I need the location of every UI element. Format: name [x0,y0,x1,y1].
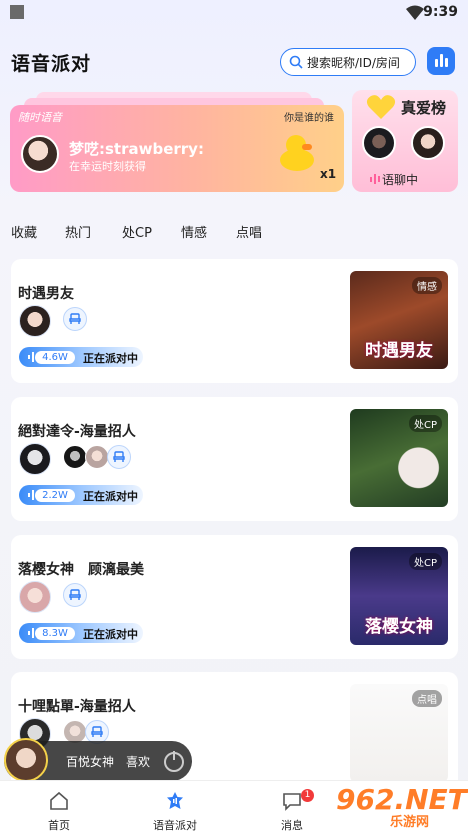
tab-messages[interactable]: 1 消息 [257,785,327,832]
avatar[interactable] [411,126,445,160]
tab-emotion[interactable]: 情感 [181,222,207,241]
mini-player-room: 百悦女神 喜欢 [66,755,151,769]
tab-label: 语音派对 [153,819,197,832]
search-placeholder: 搜索昵称/ID/房间 [307,56,400,70]
live-status-text: 正在派对中 [83,352,138,365]
room-card[interactable]: 时遇男友 4.6W 正在派对中 情感 时遇男友 [11,259,458,383]
room-title: 落樱女神 顾漓最美 [18,562,144,578]
tab-sing[interactable]: 点唱 [236,222,262,241]
room-card[interactable]: 絕對達令-海量招人 2.2W 正在派对中 处CP [11,397,458,521]
banner-subtitle: 在幸运时刻获得 [69,160,146,173]
listener-count: 8.3W [35,627,75,640]
room-title: 十哩點單-海量招人 [18,699,136,715]
avatar[interactable] [19,443,51,475]
notification-icon [10,5,24,19]
tab-label: 消息 [281,819,303,832]
cover-title: 时遇男友 [365,341,433,361]
cover-tag: 情感 [412,277,442,294]
cover-tag: 处CP [408,415,442,432]
voice-party-icon [167,792,183,809]
banner-hint: 你是谁的谁 [284,113,334,124]
room-cover[interactable]: 情感 时遇男友 [350,271,448,369]
gift-count: x1 [320,167,337,181]
status-time: 9:39 [423,4,458,20]
mini-player[interactable]: 百悦女神 喜欢 [4,738,192,782]
cover-tag: 处CP [408,553,442,570]
room-card[interactable]: 落樱女神 顾漓最美 8.3W 正在派对中 处CP 落樱女神 [11,535,458,659]
love-ranking-status: 语聊中 [382,173,419,187]
search-input[interactable]: 搜索昵称/ID/房间 [280,48,416,76]
room-title: 絕對達令-海量招人 [18,424,136,440]
live-status-text: 正在派对中 [83,490,138,503]
tab-hot[interactable]: 热门 [65,222,91,241]
avatar[interactable] [21,135,59,173]
empty-seat[interactable] [63,583,87,607]
message-icon [283,793,301,811]
search-icon [289,55,303,69]
audio-wave-icon [370,174,380,184]
seat-icon [69,313,81,324]
watermark-logo: 962.NET 乐游网 [328,781,468,833]
listener-count: 2.2W [35,489,75,502]
avatar[interactable] [85,445,109,469]
unread-badge: 1 [301,789,314,802]
live-status-text: 正在派对中 [83,628,138,641]
wifi-icon [406,5,424,20]
empty-seat[interactable] [107,445,131,469]
promo-banner[interactable]: 随时语音 你是谁的谁 梦呓:strawberry: 在幸运时刻获得 x1 [10,105,344,192]
banner-user-name: 梦呓:strawberry: [69,140,204,158]
listener-count: 4.6W [35,351,75,364]
power-icon[interactable] [164,751,184,772]
cover-title: 落樱女神 [365,617,433,637]
tab-cp[interactable]: 处CP [122,222,152,241]
watermark-sub: 乐游网 [390,815,430,830]
seat-icon [91,726,103,737]
live-status-pill: 4.6W 正在派对中 [19,347,143,367]
avatar[interactable] [19,305,51,337]
empty-seat[interactable] [63,307,87,331]
room-cover[interactable]: 点唱 [350,684,448,782]
home-icon [50,791,68,810]
room-title: 时遇男友 [18,286,74,302]
love-ranking-card[interactable]: 真爱榜 语聊中 [352,90,458,192]
room-cover[interactable]: 处CP 落樱女神 [350,547,448,645]
status-bar: 9:39 [0,0,468,26]
banner-tag: 随时语音 [18,111,62,124]
live-status-pill: 8.3W 正在派对中 [19,623,143,643]
avatar[interactable] [362,126,396,160]
tab-label: 首页 [48,819,70,832]
heart-icon [366,95,396,119]
audio-wave-icon [435,59,438,67]
page-title: 语音派对 [11,53,92,75]
seat-icon [113,451,125,462]
love-ranking-title: 真爱榜 [401,99,447,117]
create-room-button[interactable] [427,47,455,75]
duck-gift-icon [278,135,314,171]
tab-home[interactable]: 首页 [24,785,94,832]
avatar[interactable] [19,581,51,613]
tab-favorites[interactable]: 收藏 [11,222,37,241]
cover-tag: 点唱 [412,690,442,707]
live-status-pill: 2.2W 正在派对中 [19,485,143,505]
avatar[interactable] [4,738,48,782]
tab-voice-party[interactable]: 语音派对 [140,785,210,832]
room-cover[interactable]: 处CP [350,409,448,507]
avatar[interactable] [63,445,87,469]
seat-icon [69,589,81,600]
